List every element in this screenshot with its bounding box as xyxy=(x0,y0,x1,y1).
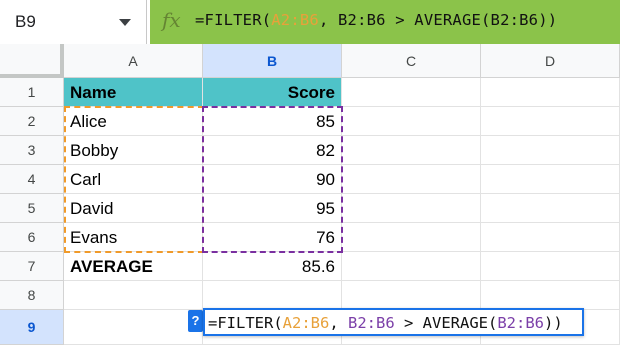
editor-part: > AVERAGE( xyxy=(394,314,498,332)
cell-a2[interactable]: Alice xyxy=(64,107,203,136)
column-header-c[interactable]: C xyxy=(342,44,481,78)
editor-ref-b: B2:B6 xyxy=(497,314,544,332)
editor-part: )) xyxy=(544,314,563,332)
row-header-8[interactable]: 8 xyxy=(0,281,64,310)
cell-c4[interactable] xyxy=(342,165,481,194)
cell-d7[interactable] xyxy=(481,252,620,281)
cell-b7[interactable]: 85.6 xyxy=(203,252,342,281)
row-header-2[interactable]: 2 xyxy=(0,107,64,136)
cell-b8[interactable] xyxy=(203,281,342,310)
cell-a9[interactable] xyxy=(64,310,203,345)
cell-b6[interactable]: 76 xyxy=(203,223,342,252)
select-all-corner[interactable] xyxy=(0,44,64,78)
formula-help-icon[interactable]: ? xyxy=(188,310,203,332)
editor-ref-b: B2:B6 xyxy=(348,314,395,332)
name-box[interactable]: B9 xyxy=(0,0,147,44)
cell-d1[interactable] xyxy=(481,78,620,107)
cell-d4[interactable] xyxy=(481,165,620,194)
column-header-d[interactable]: D xyxy=(481,44,620,78)
formula-bar-input[interactable]: =FILTER(A2:B6, B2:B6 > AVERAGE(B2:B6)) xyxy=(195,11,557,29)
cell-d2[interactable] xyxy=(481,107,620,136)
cell-a6[interactable]: Evans xyxy=(64,223,203,252)
column-header-a[interactable]: A xyxy=(64,44,203,78)
row-header-6[interactable]: 6 xyxy=(0,223,64,252)
sheet-grid: A B C D 1 2 3 4 5 6 7 8 9 Name Score Ali… xyxy=(0,44,620,345)
formula-toolbar: B9 fx =FILTER(A2:B6, B2:B6 > AVERAGE(B2:… xyxy=(0,0,620,45)
cell-editor-b9[interactable]: =FILTER(A2:B6, B2:B6 > AVERAGE(B2:B6)) xyxy=(203,308,584,336)
cell-b2[interactable]: 85 xyxy=(203,107,342,136)
cell-a1[interactable]: Name xyxy=(64,78,203,107)
cell-a7[interactable]: AVERAGE xyxy=(64,252,203,281)
row-header-9[interactable]: 9 xyxy=(0,310,64,345)
chevron-down-icon[interactable] xyxy=(119,19,131,26)
cell-a3[interactable]: Bobby xyxy=(64,136,203,165)
row-header-5[interactable]: 5 xyxy=(0,194,64,223)
cell-c2[interactable] xyxy=(342,107,481,136)
cell-c3[interactable] xyxy=(342,136,481,165)
fx-icon: fx xyxy=(162,8,181,32)
row-header-3[interactable]: 3 xyxy=(0,136,64,165)
formula-part: )) xyxy=(538,11,558,29)
cell-c8[interactable] xyxy=(342,281,481,310)
formula-part: =FILTER( xyxy=(195,11,272,29)
spreadsheet-app: B9 fx =FILTER(A2:B6, B2:B6 > AVERAGE(B2:… xyxy=(0,0,620,345)
row-header-4[interactable]: 4 xyxy=(0,165,64,194)
formula-part: , xyxy=(318,11,339,29)
name-box-value: B9 xyxy=(15,12,36,31)
cell-a4[interactable]: Carl xyxy=(64,165,203,194)
editor-ref-a: A2:B6 xyxy=(282,314,330,332)
cell-b3[interactable]: 82 xyxy=(203,136,342,165)
column-header-b[interactable]: B xyxy=(203,44,342,78)
formula-bar[interactable]: fx =FILTER(A2:B6, B2:B6 > AVERAGE(B2:B6)… xyxy=(150,0,620,44)
formula-part: B2:B6 xyxy=(338,11,386,29)
cell-a8[interactable] xyxy=(64,281,203,310)
editor-part: =FILTER( xyxy=(208,314,283,332)
editor-part: , xyxy=(329,314,348,332)
formula-part: B2:B6 xyxy=(490,11,539,29)
cell-d5[interactable] xyxy=(481,194,620,223)
cell-d3[interactable] xyxy=(481,136,620,165)
cell-c5[interactable] xyxy=(342,194,481,223)
cell-c7[interactable] xyxy=(342,252,481,281)
cell-d6[interactable] xyxy=(481,223,620,252)
formula-ref-a: A2:B6 xyxy=(271,11,319,29)
cell-c6[interactable] xyxy=(342,223,481,252)
cell-b1[interactable]: Score xyxy=(203,78,342,107)
row-header-7[interactable]: 7 xyxy=(0,252,64,281)
cell-d8[interactable] xyxy=(481,281,620,310)
row-header-1[interactable]: 1 xyxy=(0,78,64,107)
cell-b5[interactable]: 95 xyxy=(203,194,342,223)
cell-b4[interactable]: 90 xyxy=(203,165,342,194)
cell-a5[interactable]: David xyxy=(64,194,203,223)
formula-part: > AVERAGE( xyxy=(385,11,491,29)
cell-c1[interactable] xyxy=(342,78,481,107)
